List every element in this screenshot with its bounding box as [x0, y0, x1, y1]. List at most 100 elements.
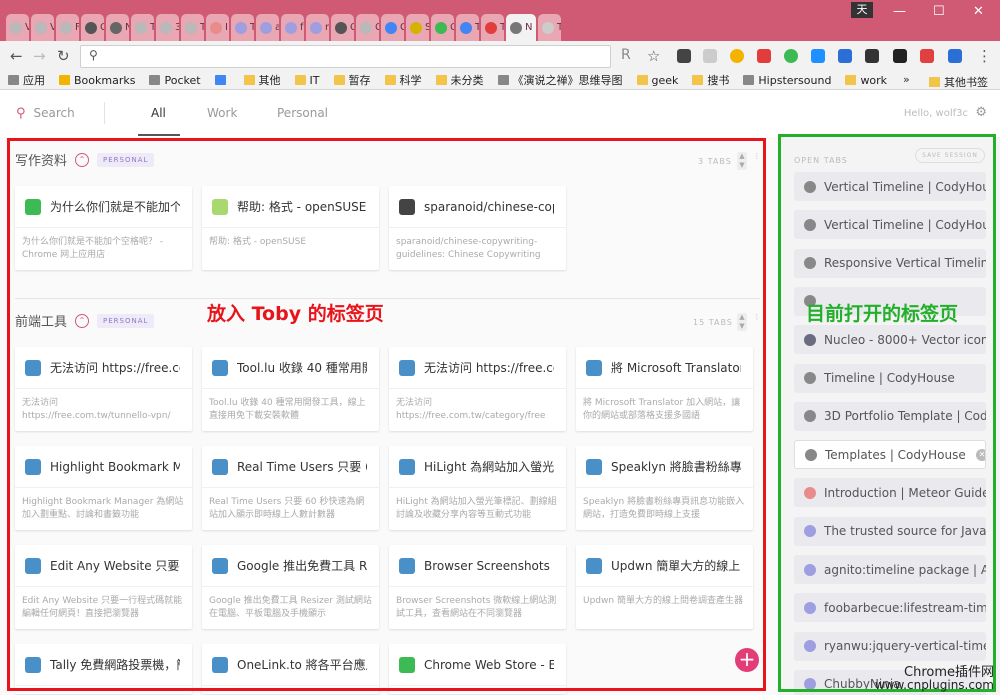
- extension-smile-icon[interactable]: [730, 49, 744, 63]
- tab-favicon-icon: [485, 21, 497, 34]
- bookmark-item[interactable]: work: [845, 74, 887, 87]
- bookmark-item[interactable]: Bookmarks: [59, 74, 135, 87]
- more-bookmarks-button[interactable]: »: [903, 73, 910, 86]
- forward-arrow-icon[interactable]: →: [33, 47, 46, 65]
- browser-tab[interactable]: I: [206, 14, 229, 41]
- tab-favicon-icon: [85, 21, 97, 34]
- readability-icon[interactable]: R: [621, 47, 631, 63]
- browser-tab[interactable]: 3: [156, 14, 179, 41]
- browser-tab-title: f: [300, 22, 304, 33]
- browser-tab[interactable]: S: [406, 14, 429, 41]
- bookmark-item[interactable]: IT: [294, 73, 320, 87]
- browser-tab[interactable]: T: [131, 14, 154, 41]
- bookmark-item[interactable]: Pocket: [149, 74, 201, 87]
- browser-tab[interactable]: G: [381, 14, 404, 41]
- menu-dots-icon[interactable]: ⋮: [977, 47, 992, 65]
- browser-tab[interactable]: N: [106, 14, 129, 41]
- extension-calendar-icon[interactable]: [948, 49, 962, 63]
- browser-tab[interactable]: F: [56, 14, 79, 41]
- extension-w-icon[interactable]: [838, 49, 852, 63]
- extension-rss-icon[interactable]: [703, 49, 717, 63]
- divider: [104, 102, 105, 124]
- search-box[interactable]: ⚲ Search: [16, 106, 75, 121]
- bookmark-item[interactable]: 《演说之禅》思维导图: [497, 72, 623, 88]
- browser-tab[interactable]: a: [256, 14, 279, 41]
- extension-badge-icon[interactable]: [757, 49, 771, 63]
- red-annotation-label: 放入 Toby 的标签页: [207, 303, 384, 325]
- other-bookmarks[interactable]: 其他书签: [929, 74, 988, 90]
- back-arrow-icon[interactable]: ←: [10, 47, 23, 65]
- maximize-button[interactable]: ☐: [933, 4, 945, 19]
- browser-tab-title: T: [200, 22, 204, 33]
- search-placeholder: Search: [33, 106, 75, 120]
- reload-icon[interactable]: ↻: [57, 47, 70, 65]
- bookmark-item[interactable]: 暂存: [333, 72, 371, 88]
- tab-favicon-icon: [35, 21, 47, 34]
- browser-tab[interactable]: V: [31, 14, 54, 41]
- extension-red-icon[interactable]: [920, 49, 934, 63]
- tab-favicon-icon: [410, 21, 422, 34]
- browser-tab[interactable]: f: [281, 14, 304, 41]
- extension-check-icon[interactable]: [893, 49, 907, 63]
- browser-tab[interactable]: T: [456, 14, 479, 41]
- browser-tab[interactable]: C: [331, 14, 354, 41]
- bookmark-item[interactable]: 应用: [8, 72, 45, 88]
- tab-favicon-icon: [510, 21, 522, 34]
- browser-tab-title: a: [275, 22, 279, 33]
- gear-icon[interactable]: ⚙: [975, 105, 987, 120]
- minimize-button[interactable]: —: [893, 4, 906, 19]
- bookmark-star-icon[interactable]: ☆: [647, 47, 660, 65]
- tab-favicon-icon: [310, 21, 322, 34]
- extension-green-icon[interactable]: [784, 49, 798, 63]
- page-icon: [149, 75, 161, 85]
- bookmark-label: 其他: [258, 74, 281, 87]
- tab-favicon-icon: [285, 21, 297, 34]
- bookmark-item[interactable]: Hipstersound: [743, 74, 831, 87]
- search-icon: ⚲: [16, 106, 26, 121]
- bookmark-item[interactable]: 科学: [384, 72, 422, 88]
- bookmark-item[interactable]: geek: [636, 73, 679, 87]
- bookmark-item[interactable]: [214, 75, 230, 85]
- tab-favicon-icon: [160, 21, 172, 34]
- folder-icon: [243, 75, 255, 85]
- browser-tab-title: T: [500, 22, 504, 33]
- app-header: ⚲ Search All Work Personal Hello, wolf3c…: [0, 90, 1000, 137]
- address-bar[interactable]: ⚲: [80, 45, 611, 68]
- bookmark-label: IT: [309, 73, 320, 87]
- tab-personal[interactable]: Personal: [277, 106, 328, 120]
- bookmark-item[interactable]: 其他: [243, 72, 281, 88]
- browser-tab[interactable]: r: [306, 14, 329, 41]
- bookmark-item[interactable]: 未分类: [435, 72, 484, 88]
- apps-grid-icon: [8, 75, 19, 85]
- browser-tab[interactable]: T: [481, 14, 504, 41]
- bookmark-label: Hipstersound: [758, 73, 832, 87]
- browser-tab[interactable]: V: [6, 14, 29, 41]
- bookmark-label: geek: [651, 73, 679, 87]
- browser-tab-title: V: [50, 22, 54, 33]
- tab-favicon-icon: [542, 21, 554, 34]
- extension-d-icon[interactable]: [811, 49, 825, 63]
- browser-tab[interactable]: T: [181, 14, 204, 41]
- browser-tab[interactable]: T: [231, 14, 254, 41]
- other-bookmarks-label: 其他书签: [944, 76, 988, 89]
- browser-tab[interactable]: C: [356, 14, 379, 41]
- browser-tab[interactable]: N: [506, 14, 536, 41]
- tab-favicon-icon: [260, 21, 272, 34]
- folder-icon: [692, 75, 704, 85]
- browser-tab[interactable]: T: [538, 14, 561, 41]
- folder-icon: [435, 75, 447, 85]
- browser-tab[interactable]: C: [431, 14, 454, 41]
- bookmark-item[interactable]: 搜书: [692, 72, 729, 88]
- extension-qr-icon[interactable]: [677, 49, 691, 63]
- extension-puzzle-icon[interactable]: [865, 49, 879, 63]
- red-annotation-box: [7, 138, 766, 691]
- tab-work[interactable]: Work: [207, 106, 237, 120]
- headphones-icon: [743, 75, 755, 85]
- tab-favicon-icon: [385, 21, 397, 34]
- tab-favicon-icon: [110, 21, 122, 34]
- close-window-button[interactable]: ✕: [973, 4, 984, 19]
- tab-all[interactable]: All: [151, 106, 166, 120]
- tab-favicon-icon: [185, 21, 197, 34]
- browser-tab[interactable]: C: [81, 14, 104, 41]
- bookmark-label: work: [860, 73, 888, 87]
